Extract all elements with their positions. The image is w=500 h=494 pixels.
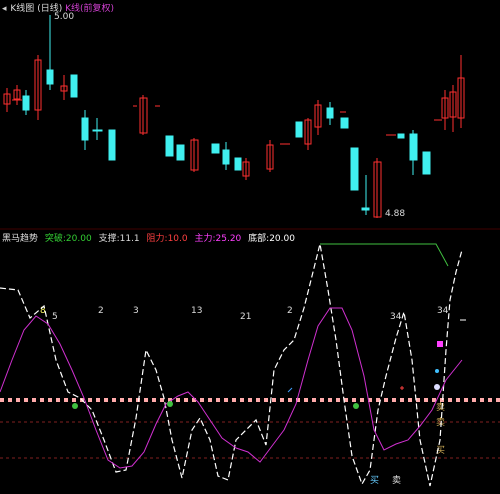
green-top-line (320, 243, 449, 267)
down-candle (165, 135, 174, 157)
down-candle (46, 69, 54, 85)
green-signal-dot (167, 401, 173, 407)
down-candle (22, 95, 30, 111)
white-signal-dot (434, 384, 440, 390)
down-candles (22, 15, 431, 215)
down-candle (92, 129, 103, 132)
down-candle (361, 207, 370, 211)
down-candle (340, 117, 349, 129)
down-candle (81, 117, 89, 141)
blue-arrow-mark (287, 387, 293, 393)
green-signal-dot (353, 403, 359, 409)
down-candle (222, 149, 230, 165)
down-candle (176, 144, 185, 161)
magenta-signal-square (437, 341, 443, 347)
down-candle (326, 107, 334, 119)
down-candle (70, 74, 78, 98)
signal-markers (72, 319, 466, 409)
down-candle (234, 157, 242, 171)
down-candle (350, 147, 359, 191)
chart-canvas[interactable] (0, 0, 500, 494)
candlestick-panel (3, 15, 465, 218)
down-candle (397, 133, 405, 139)
down-candle (108, 129, 116, 161)
magenta-oscillator-line (0, 307, 463, 469)
doji-candles (12, 99, 442, 145)
down-candle (409, 133, 418, 161)
down-candle (295, 121, 303, 138)
down-candle (211, 143, 220, 154)
down-candle (422, 151, 431, 175)
green-signal-dot (72, 403, 78, 409)
blue-signal-dot (435, 369, 439, 373)
